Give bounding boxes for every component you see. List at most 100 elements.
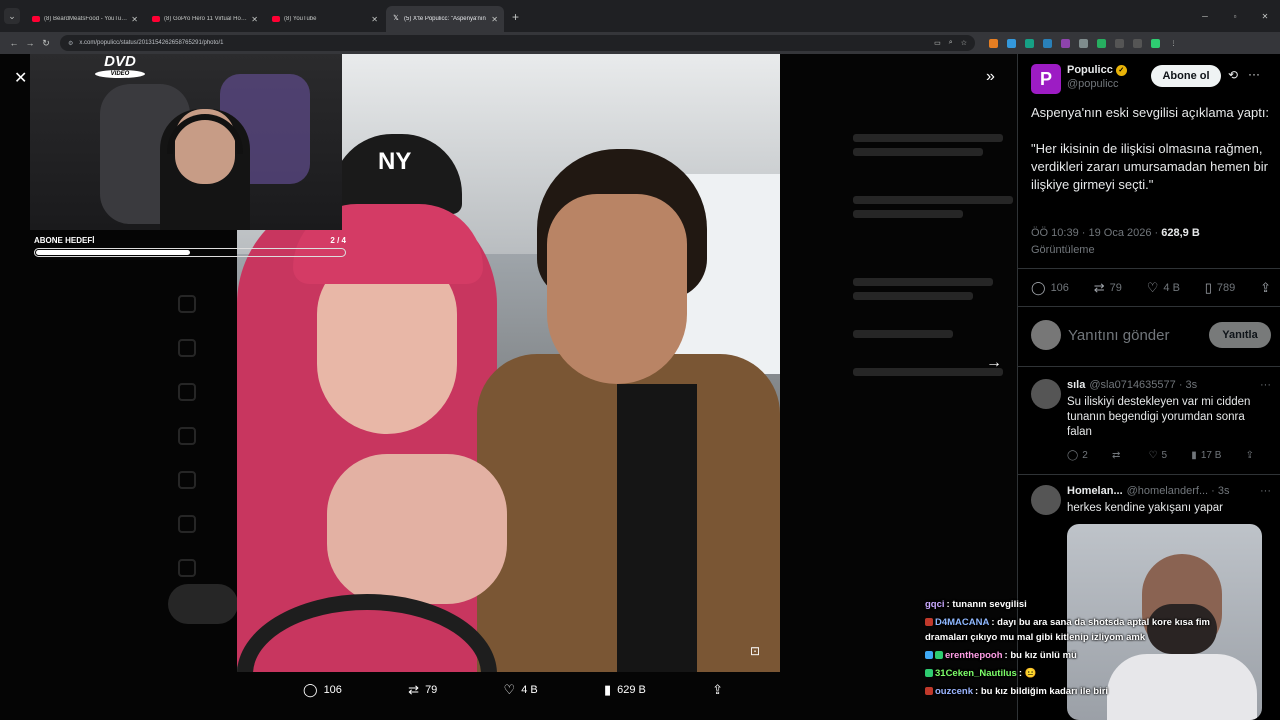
tab-search-icon[interactable]: ⌄ (4, 8, 20, 24)
avatar (1031, 320, 1061, 350)
zoom-icon[interactable]: ⌕ (949, 39, 953, 47)
follow-button[interactable]: Abone ol (1151, 65, 1221, 87)
extension-icon[interactable] (1115, 38, 1124, 48)
repost-action[interactable]: ⇄ 79 (408, 682, 437, 698)
avatar[interactable] (1031, 379, 1061, 409)
chat-message: D4MACANA: dayı bu ara sana da shotsda ap… (925, 615, 1235, 645)
ghost-nav-icon (178, 515, 196, 533)
browser-tab-0[interactable]: (8) BeardMeatsFood - YouTube ✕ (26, 6, 144, 32)
puzzle-icon[interactable] (1133, 38, 1142, 48)
close-tab-icon[interactable]: ✕ (131, 15, 138, 24)
extension-icon[interactable] (1079, 38, 1088, 48)
divider (1018, 474, 1280, 475)
extension-icon[interactable] (1061, 38, 1070, 48)
chat-message: erenthepooh: bu kız ünlü mü (925, 648, 1235, 663)
close-tab-icon[interactable]: ✕ (371, 15, 378, 24)
reply-name[interactable]: sıla (1067, 379, 1085, 391)
extension-icon[interactable] (1007, 38, 1016, 48)
extension-icon[interactable] (1025, 38, 1034, 48)
tweet-author[interactable]: P Populicc ✓ @populicc (1031, 64, 1127, 94)
address-actions: ▭ ⌕ ☆ (934, 39, 967, 47)
views-chart-icon: ▮ (1191, 450, 1197, 461)
views-action[interactable]: ▮ 17 B (1191, 450, 1221, 461)
chat-badge-icon (925, 651, 933, 659)
ghost-post-button (168, 584, 238, 624)
restore-icon[interactable]: ▫ (1220, 12, 1250, 21)
close-tab-icon[interactable]: ✕ (251, 15, 258, 24)
divider (1018, 306, 1280, 307)
reload-icon[interactable]: ↻ (38, 38, 54, 49)
extension-icon[interactable] (989, 38, 998, 48)
chat-badge-icon (925, 618, 933, 626)
tab-title: (5) X'te Populicc: "Aspenya'nın (404, 16, 486, 22)
menu-kebab-icon[interactable]: ⋮ (1169, 39, 1178, 48)
address-bar[interactable]: ⚙ x.com/populicc/status/2013154262658765… (60, 35, 975, 51)
collapse-panel-icon[interactable]: » (986, 68, 995, 86)
repost-stat[interactable]: ⇄ 79 (1094, 280, 1122, 296)
forward-icon[interactable]: → (22, 38, 38, 48)
share-action[interactable]: ⇪ (712, 682, 723, 698)
extension-icon[interactable] (1043, 38, 1052, 48)
reply-item[interactable]: sıla @sla0714635577 · 3s ··· Su iliskiyi d… (1031, 379, 1271, 461)
stream-chat: gqci: tunanın sevgilisi D4MACANA: dayı bu… (925, 597, 1235, 702)
chat-message: gqci: tunanın sevgilisi (925, 597, 1235, 612)
grok-icon[interactable]: ⟲ (1228, 68, 1238, 82)
reply-button[interactable]: Yanıtla (1209, 322, 1271, 348)
close-tab-icon[interactable]: ✕ (491, 15, 498, 24)
reply-action[interactable]: ◯ 106 (303, 682, 342, 698)
window-controls: ─ ▫ ✕ (1190, 0, 1280, 32)
like-action[interactable]: ♡ 4 B (504, 682, 538, 698)
repost-action[interactable]: ⇄ (1112, 450, 1124, 461)
cast-icon[interactable]: ▭ (934, 39, 941, 47)
reply-text: Su iliskiyi destekleyen var mi cidden tu… (1067, 396, 1251, 438)
author-username[interactable]: @populicc (1067, 78, 1127, 90)
views-label: Görüntüleme (1031, 244, 1095, 256)
share-icon: ⇪ (712, 682, 723, 697)
back-icon[interactable]: ← (6, 38, 22, 48)
alt-text-icon[interactable]: ⊡ (750, 644, 760, 658)
more-options-icon[interactable]: ··· (1260, 379, 1271, 391)
minimize-icon[interactable]: ─ (1190, 12, 1220, 21)
reply-stat[interactable]: ◯ 106 (1031, 280, 1069, 296)
display-name: Populicc (1067, 64, 1113, 76)
close-window-icon[interactable]: ✕ (1250, 12, 1280, 21)
chat-badge-icon (925, 669, 933, 677)
browser-tab-3[interactable]: 𝕏 (5) X'te Populicc: "Aspenya'nın ✕ (386, 6, 504, 32)
tweet-timestamp[interactable]: ÖÖ 10:39 · 19 Oca 2026 · (1031, 227, 1161, 239)
browser-tab-2[interactable]: (8) YouTube ✕ (266, 6, 384, 32)
more-options-icon[interactable]: ··· (1260, 485, 1271, 497)
extension-icon[interactable] (1097, 38, 1106, 48)
views-count: 629 B (617, 684, 646, 696)
bookmark-star-icon[interactable]: ☆ (961, 39, 967, 47)
repost-icon: ⇄ (1111, 450, 1121, 461)
chat-username: D4MACANA (935, 617, 990, 628)
like-stat[interactable]: ♡ 4 B (1147, 280, 1180, 296)
author-names: Populicc ✓ @populicc (1067, 64, 1127, 94)
views-action[interactable]: ▮ 629 B (604, 682, 646, 698)
next-arrow-icon[interactable]: → (986, 354, 1002, 372)
new-tab-icon[interactable]: + (512, 10, 519, 24)
repost-count: 79 (425, 684, 438, 696)
reply-action[interactable]: ◯ 2 (1067, 450, 1088, 461)
stream-webcam: DVD VIDEO (30, 54, 342, 230)
avatar[interactable]: P (1031, 64, 1061, 94)
bookmark-stat[interactable]: ▯ 789 (1205, 280, 1236, 296)
reply-name[interactable]: Homelan... (1067, 485, 1123, 497)
site-info-icon[interactable]: ⚙ (68, 40, 73, 47)
chat-message: ouzcenk: bu kız bildiğim kadarı ile biri (925, 684, 1235, 699)
more-options-icon[interactable]: ··· (1248, 67, 1260, 81)
cap-logo: NY (378, 148, 412, 175)
author-display-name[interactable]: Populicc ✓ (1067, 64, 1127, 76)
like-action[interactable]: ♡ 5 (1149, 450, 1168, 461)
reply-count: 106 (1050, 282, 1069, 294)
reply-input[interactable]: Yanıtını gönder (1068, 327, 1209, 344)
browser-tab-1[interactable]: (8) GoPro Hero 11 Virtual Horse ✕ (146, 6, 264, 32)
reply-item[interactable]: Homelan... @homelanderf... · 3s ··· herkes… (1031, 485, 1271, 516)
avatar[interactable] (1031, 485, 1061, 515)
reply-handle: @homelanderf... · 3s (1126, 485, 1230, 497)
share-stat[interactable]: ⇪ (1260, 280, 1271, 296)
profile-icon[interactable] (1151, 38, 1160, 48)
close-icon[interactable]: ✕ (14, 68, 27, 88)
share-action[interactable]: ⇪ (1246, 450, 1254, 461)
repost-icon: ⇄ (1093, 280, 1105, 295)
